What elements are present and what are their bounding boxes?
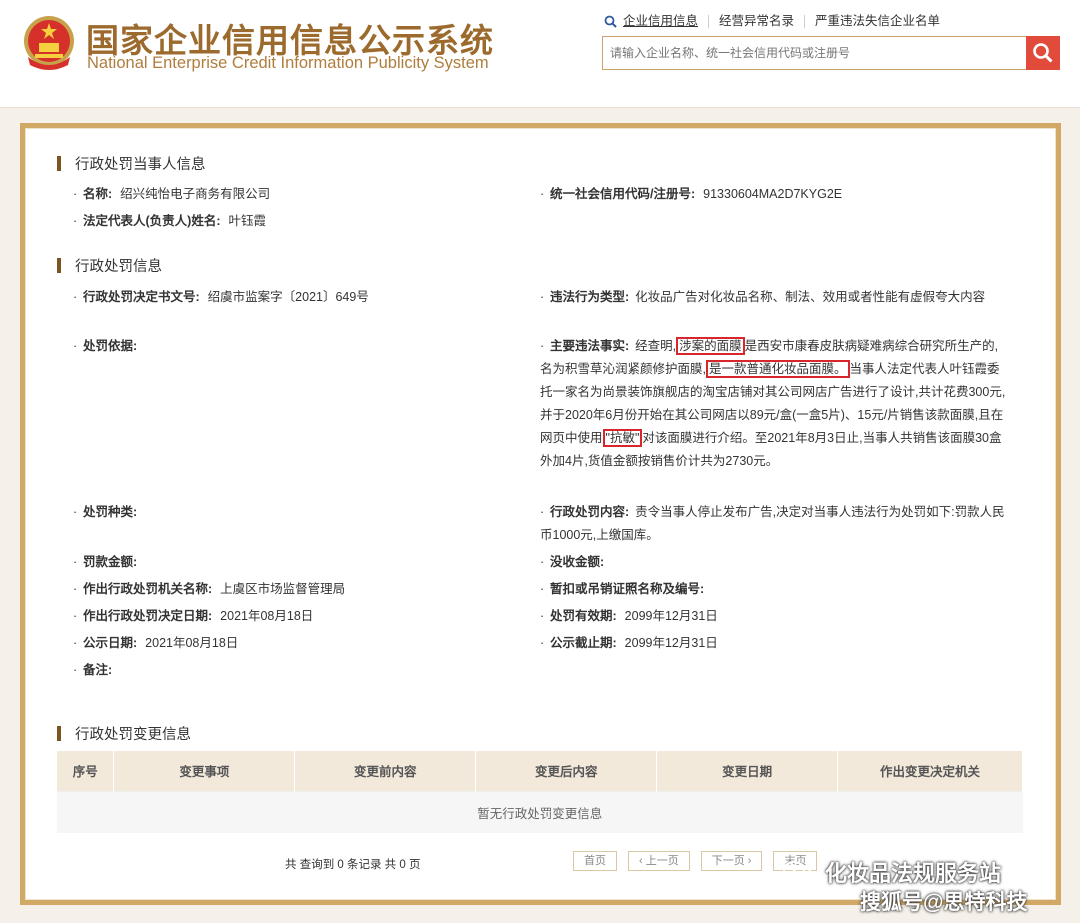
section-marker (57, 156, 61, 171)
search-icon (1033, 43, 1053, 63)
field-license: · 暂扣或吊销证照名称及编号: (540, 582, 705, 596)
top-nav: 企业信用信息 经营异常名录 严重违法失信企业名单 (604, 15, 950, 28)
field-penalty-kind: · 处罚种类: (73, 505, 138, 519)
col-change-authority: 作出变更决定机关 (837, 751, 1023, 791)
field-name: · 名称: 绍兴纯怡电子商务有限公司 (73, 187, 271, 201)
search-input[interactable] (603, 37, 1023, 69)
nav-abnormal-list[interactable]: 经营异常名录 (709, 15, 806, 28)
table-header-row: 序号 变更事项 变更前内容 变更后内容 变更日期 作出变更决定机关 (57, 751, 1023, 791)
field-credit-code: · 统一社会信用代码/注册号: 91330604MA2D7KYG2E (540, 187, 843, 201)
highlight-anti-allergy: "抗敏" (602, 429, 643, 447)
next-page-button[interactable]: 下一页 › (700, 851, 763, 871)
col-change-item: 变更事项 (113, 751, 296, 791)
search-button[interactable] (1026, 36, 1060, 70)
detail-panel: 行政处罚当事人信息 · 名称: 绍兴纯怡电子商务有限公司 · 统一社会信用代码/注册号… (20, 123, 1061, 905)
field-violation-type: · 违法行为类型: 化妆品广告对化妆品名称、制法、效用或者性能有虚假夸大内容 (540, 290, 986, 304)
highlight-product: 涉案的面膜 (676, 337, 745, 355)
search-box (602, 36, 1060, 70)
field-valid-until: · 处罚有效期: 2099年12月31日 (540, 609, 718, 623)
table-row: 暂无行政处罚变更信息 (57, 790, 1023, 833)
section-title-party: 行政处罚当事人信息 (57, 153, 206, 174)
wechat-icon (783, 861, 812, 882)
col-index: 序号 (57, 751, 115, 791)
field-basis: · 处罚依据: (73, 339, 138, 353)
field-confiscation-amount: · 没收金额: (540, 555, 605, 569)
pager-info: 共 查询到 0 条记录 共 0 页 (285, 859, 421, 871)
field-legal-rep: · 法定代表人(负责人)姓名: 叶钰霞 (73, 214, 267, 228)
field-decision-date: · 作出行政处罚决定日期: 2021年08月18日 (73, 609, 314, 623)
nav-enterprise-credit[interactable]: 企业信用信息 (617, 15, 710, 28)
national-emblem-icon (24, 16, 74, 70)
field-fine-amount: · 罚款金额: (73, 555, 138, 569)
field-publish-end-date: · 公示截止期: 2099年12月31日 (540, 636, 718, 650)
field-main-facts: · 主要违法事实: 经查明, 涉案的面膜 是西安市康春皮肤病疑难病综合研究所生产的,名为… (540, 337, 1006, 468)
search-icon (604, 15, 617, 28)
field-publish-date: · 公示日期: 2021年08月18日 (73, 636, 239, 650)
prev-page-button[interactable]: ‹ 上一页 (628, 851, 690, 871)
detail-panel-inner: 行政处罚当事人信息 · 名称: 绍兴纯怡电子商务有限公司 · 统一社会信用代码/注册号… (25, 128, 1056, 900)
col-change-date: 变更日期 (656, 751, 839, 791)
highlight-ordinary-cosmetic: 是一款普通化妆品面膜。 (705, 360, 850, 378)
changes-table: 序号 变更事项 变更前内容 变更后内容 变更日期 作出变更决定机关 暂无行政处罚… (57, 751, 1023, 833)
watermark-wechat: 化妆品法规服务站 (783, 856, 1001, 888)
section-marker (57, 258, 61, 273)
watermark-sohu: 搜狐号@思特科技 (860, 891, 1028, 914)
col-before: 变更前内容 (294, 751, 477, 791)
section-title-penalty: 行政处罚信息 (57, 255, 162, 276)
col-after: 变更后内容 (475, 751, 658, 791)
nav-serious-violation-list[interactable]: 严重违法失信企业名单 (805, 15, 950, 28)
field-decision-doc-no: · 行政处罚决定书文号: 绍虞市监案字〔2021〕649号 (73, 290, 369, 304)
site-header: 国家企业信用信息公示系统 National Enterprise Credit … (0, 0, 1080, 108)
site-title-en: National Enterprise Credit Information P… (87, 54, 489, 72)
section-title-changes: 行政处罚变更信息 (57, 723, 191, 744)
field-penalty-content: · 行政处罚内容: 责令当事人停止发布广告,决定对当事人违法行为处罚如下:罚款人民币… (540, 505, 1005, 542)
field-authority: · 作出行政处罚机关名称: 上虞区市场监督管理局 (73, 582, 346, 596)
field-remark: · 备注: (73, 663, 113, 677)
empty-row-text: 暂无行政处罚变更信息 (57, 790, 1023, 833)
first-page-button[interactable]: 首页 (573, 851, 617, 871)
section-marker (57, 726, 61, 741)
